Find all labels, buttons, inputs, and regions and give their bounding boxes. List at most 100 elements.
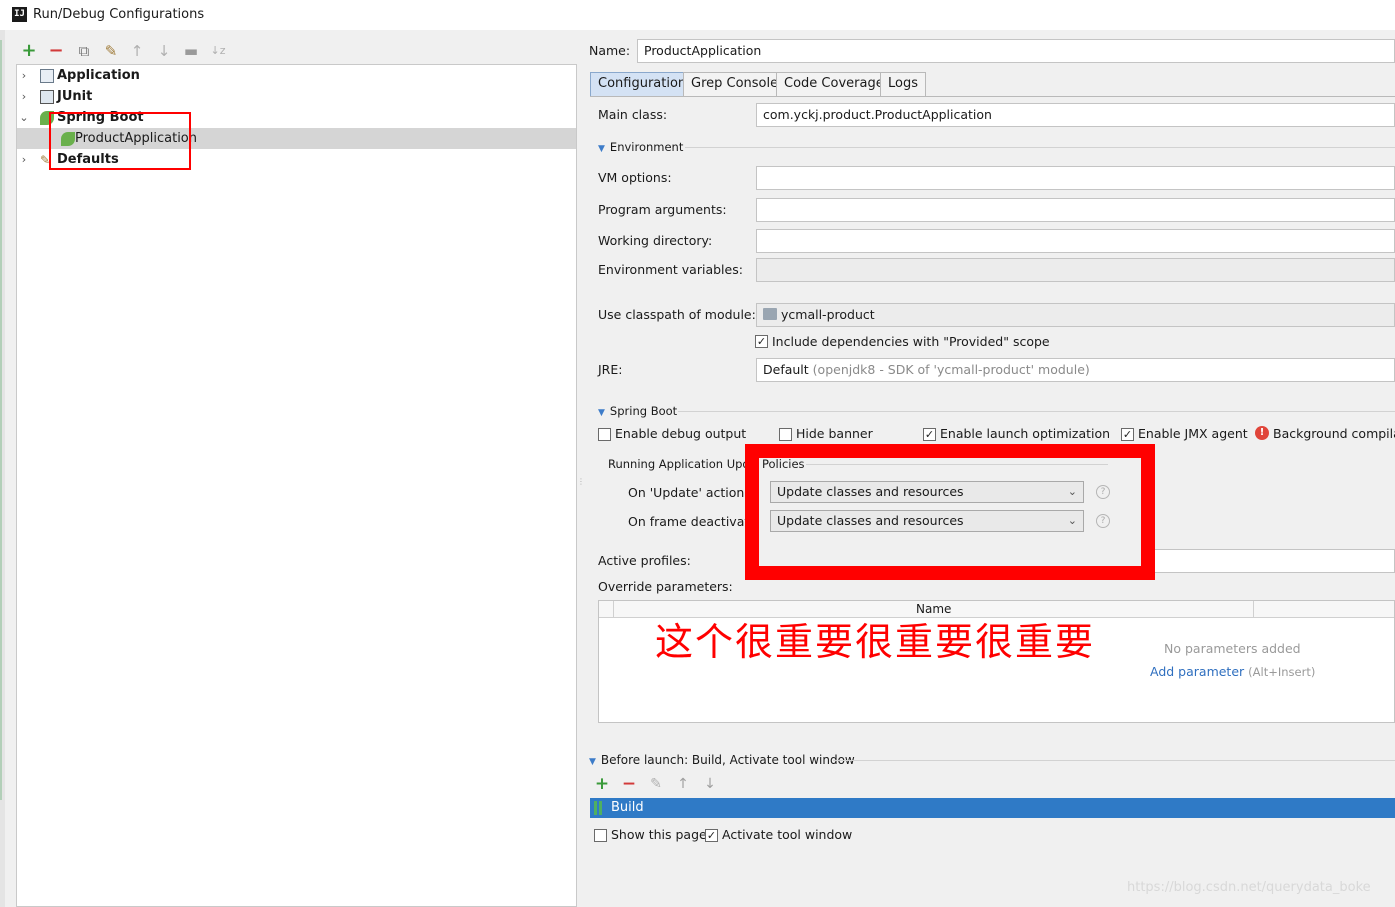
activate-tool-window-checkbox[interactable]: ✓ [705, 829, 718, 842]
add-parameter-row: Add parameter (Alt+Insert) [1150, 664, 1315, 679]
tree-label: JUnit [57, 89, 93, 104]
vm-options-label: VM options: [598, 170, 672, 185]
configuration-tree[interactable]: › Application › JUnit ⌄ Spring Boot Prod… [16, 64, 577, 907]
policies-title-left: Running Application Upd [608, 457, 750, 471]
collapse-arrow-icon[interactable]: ⌄ [17, 107, 31, 128]
module-folder-icon [763, 308, 777, 320]
edit-defaults-button[interactable]: ✎ [101, 41, 121, 61]
expand-arrow-icon[interactable]: › [17, 149, 31, 170]
program-arguments-input[interactable] [756, 198, 1395, 222]
before-launch-section-title[interactable]: ▼ Before launch: Build, Activate tool win… [589, 753, 855, 767]
copy-configuration-button[interactable]: ⧉ [74, 41, 94, 61]
active-profiles-label: Active profiles: [598, 553, 691, 568]
tab-grep-console[interactable]: Grep Console [683, 72, 787, 96]
move-task-up-button[interactable]: ↑ [674, 775, 692, 793]
program-arguments-label: Program arguments: [598, 202, 727, 217]
window-title: Run/Debug Configurations [33, 7, 205, 22]
main-class-label: Main class: [598, 107, 668, 122]
move-task-down-button[interactable]: ↓ [701, 775, 719, 793]
tree-item-application[interactable]: › Application [17, 65, 576, 86]
activate-tool-window-label: Activate tool window [722, 827, 853, 842]
section-label: Spring Boot [609, 404, 678, 418]
classpath-module-select[interactable]: ycmall-product [756, 303, 1395, 327]
environment-variables-label: Environment variables: [598, 262, 743, 277]
jre-select[interactable]: Default (openjdk8 - SDK of 'ycmall-produ… [756, 358, 1395, 382]
build-icon [594, 801, 602, 815]
expand-arrow-icon[interactable]: › [17, 65, 31, 86]
working-directory-label: Working directory: [598, 233, 713, 248]
section-divider [685, 147, 1395, 148]
jmx-agent-checkbox[interactable]: ✓ [1121, 428, 1134, 441]
table-header [599, 601, 1394, 618]
add-configuration-button[interactable]: + [19, 41, 39, 61]
remove-configuration-button[interactable]: − [46, 41, 66, 61]
hide-banner-checkbox[interactable] [779, 428, 792, 441]
move-down-button[interactable]: ↓ [154, 41, 174, 61]
section-divider [678, 411, 1395, 412]
tree-label: Application [57, 68, 140, 83]
tab-divider [590, 96, 1395, 97]
show-page-label: Show this page [611, 827, 707, 842]
section-label: Environment [609, 140, 684, 154]
column-divider [613, 601, 614, 618]
environment-section-title[interactable]: ▼ Environment [598, 140, 683, 154]
update-action-label: On 'Update' action: [628, 485, 749, 500]
name-input[interactable]: ProductApplication [637, 39, 1395, 63]
folder-icon[interactable]: ▬ [181, 41, 201, 61]
include-deps-checkbox[interactable]: ✓ [755, 335, 768, 348]
tree-item-junit[interactable]: › JUnit [17, 86, 576, 107]
expand-arrow-icon[interactable]: › [17, 86, 31, 107]
override-parameters-label: Override parameters: [598, 579, 733, 594]
background-compilation-label: Background compila [1273, 426, 1395, 441]
launch-optimization-label: Enable launch optimization [940, 426, 1111, 441]
launch-optimization-checkbox[interactable]: ✓ [923, 428, 936, 441]
before-launch-item-build[interactable]: Build [590, 798, 1395, 818]
classpath-module-label: Use classpath of module: [598, 307, 756, 322]
enable-debug-label: Enable debug output [615, 426, 747, 441]
jre-value: Default [763, 362, 809, 377]
watermark: https://blog.csdn.net/querydata_boke [1127, 880, 1371, 895]
active-profiles-input[interactable] [1150, 549, 1395, 573]
section-divider [833, 760, 1395, 761]
tab-configuration[interactable]: Configuration [590, 72, 695, 96]
vm-options-input[interactable] [756, 166, 1395, 190]
name-label: Name: [589, 43, 631, 58]
collapse-triangle-icon: ▼ [598, 408, 605, 418]
add-parameter-link[interactable]: Add parameter [1150, 664, 1244, 679]
jmx-agent-label: Enable JMX agent [1138, 426, 1248, 441]
annotation-text: 这个很重要很重要很重要 [655, 620, 1096, 664]
hide-banner-label: Hide banner [796, 426, 873, 441]
jre-label: JRE: [598, 362, 623, 377]
table-column-name[interactable]: Name [916, 602, 951, 616]
warning-icon: ! [1255, 426, 1269, 440]
annotation-highlight-box [745, 444, 1155, 580]
sort-icon[interactable]: ↓z [208, 41, 228, 61]
tab-code-coverage[interactable]: Code Coverage [776, 72, 892, 96]
move-up-button[interactable]: ↑ [127, 41, 147, 61]
application-icon [40, 69, 54, 83]
remove-task-button[interactable]: − [620, 775, 638, 793]
title-bar [0, 0, 1395, 30]
collapse-triangle-icon: ▼ [589, 757, 596, 767]
window-edge-accent [0, 40, 2, 800]
add-task-button[interactable]: + [593, 775, 611, 793]
spring-boot-section-title[interactable]: ▼ Spring Boot [598, 404, 677, 418]
collapse-triangle-icon: ▼ [598, 144, 605, 154]
jre-hint: (openjdk8 - SDK of 'ycmall-product' modu… [812, 362, 1090, 377]
section-label: Before launch: Build, Activate tool wind… [600, 753, 855, 767]
junit-icon [40, 90, 54, 104]
annotation-highlight-box [49, 112, 191, 170]
edit-task-button[interactable]: ✎ [647, 775, 665, 793]
include-deps-label: Include dependencies with "Provided" sco… [772, 334, 1050, 349]
column-divider [1253, 601, 1254, 618]
intellij-logo-icon: IJ [12, 7, 27, 22]
add-parameter-hint: (Alt+Insert) [1248, 665, 1316, 679]
tab-logs[interactable]: Logs [880, 72, 926, 96]
working-directory-input[interactable] [756, 229, 1395, 253]
environment-variables-input[interactable] [756, 258, 1395, 282]
enable-debug-checkbox[interactable] [598, 428, 611, 441]
show-page-checkbox[interactable] [594, 829, 607, 842]
main-class-input[interactable]: com.yckj.product.ProductApplication [756, 103, 1395, 127]
splitter-handle[interactable]: ⋮ [577, 478, 585, 494]
empty-table-text: No parameters added [1164, 641, 1301, 656]
